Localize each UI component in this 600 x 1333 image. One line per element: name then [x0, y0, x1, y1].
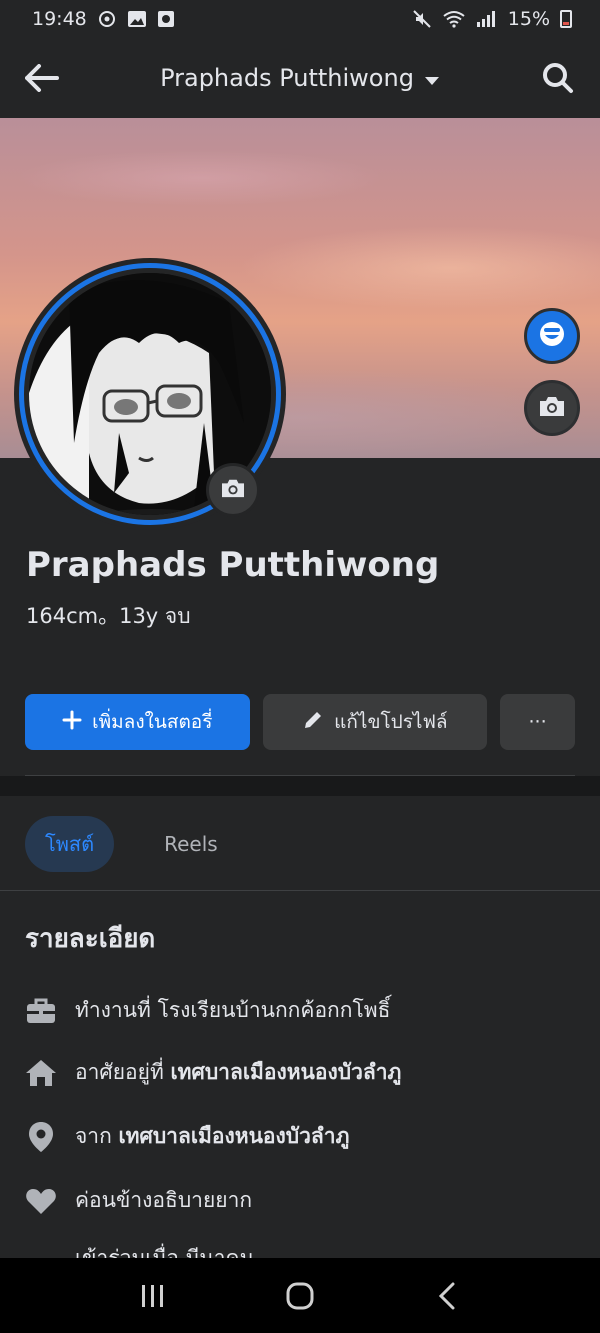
detail-relationship-value: ค่อนข้างอธิบายยาก: [75, 1188, 253, 1212]
media-icon: [157, 10, 175, 28]
edit-profile-label: แก้ไขโปรไฟล์: [334, 711, 448, 733]
profile-tabs: โพสต์ Reels: [25, 816, 238, 872]
section-divider: [0, 776, 600, 796]
back-icon[interactable]: [417, 1266, 477, 1326]
header-title: Praphads Putthiwong: [160, 64, 414, 92]
home-icon: [25, 1057, 57, 1089]
add-story-button[interactable]: เพิ่มลงในสตอรี่: [25, 694, 250, 750]
detail-from-value[interactable]: เทศบาลเมืองหนองบัวลำภู: [119, 1124, 350, 1148]
arrow-left-icon[interactable]: [22, 58, 62, 98]
detail-from-prefix: จาก: [75, 1124, 119, 1148]
detail-work-value: โรงเรียนบ้านกกค้อกกโพธิ์: [157, 998, 391, 1022]
profile-bio: 164cm。13y จบ: [26, 604, 191, 628]
battery-percent: 15%: [507, 8, 550, 30]
mute-icon: [412, 9, 432, 29]
gallery-icon: [127, 10, 147, 28]
heart-icon: [25, 1185, 57, 1217]
detail-clipped: เข้าร่วมเมื่อ มีนาคม: [75, 1246, 254, 1258]
location-pin-icon: [25, 1121, 57, 1153]
caret-down-icon: [424, 64, 440, 92]
details-heading: รายละเอียด: [25, 924, 156, 954]
search-icon[interactable]: [538, 58, 578, 98]
plus-icon: [62, 710, 82, 735]
system-nav-bar: [0, 1258, 600, 1333]
detail-lives: อาศัยอยู่ที่ เทศบาลเมืองหนองบัวลำภู: [25, 1056, 401, 1089]
tabs-divider: [0, 890, 600, 891]
signal-icon: [476, 10, 498, 28]
detail-relationship: ค่อนข้างอธิบายยาก: [25, 1184, 252, 1217]
home-button-icon[interactable]: [270, 1266, 330, 1326]
recent-apps-icon[interactable]: [123, 1266, 183, 1326]
pencil-icon: [302, 709, 324, 736]
profile-camera-button[interactable]: [206, 463, 260, 517]
tab-posts[interactable]: โพสต์: [25, 816, 115, 872]
header-title-dropdown[interactable]: Praphads Putthiwong: [160, 64, 440, 92]
more-options-button[interactable]: ···: [500, 694, 576, 750]
cover-camera-button[interactable]: [524, 380, 580, 436]
battery-icon: [560, 10, 572, 28]
status-bar: 19:48 15%: [0, 0, 600, 38]
briefcase-icon: [25, 995, 57, 1027]
profile-name: Praphads Putthiwong: [26, 545, 440, 585]
wifi-icon: [442, 10, 466, 28]
more-icon: ···: [528, 711, 547, 733]
avatar-button[interactable]: [524, 308, 580, 364]
detail-work: ทำงานที่ โรงเรียนบ้านกกค้อกกโพธิ์: [25, 994, 390, 1027]
sync-icon: [97, 9, 117, 29]
detail-lives-value[interactable]: เทศบาลเมืองหนองบัวลำภู: [170, 1060, 401, 1084]
status-time: 19:48: [32, 8, 87, 30]
add-story-label: เพิ่มลงในสตอรี่: [92, 711, 213, 733]
header-bar: Praphads Putthiwong: [0, 38, 600, 118]
detail-work-prefix: ทำงานที่: [75, 998, 158, 1022]
camera-icon: [220, 477, 246, 503]
avatar-icon: [538, 320, 566, 352]
profile-actions: เพิ่มลงในสตอรี่ แก้ไขโปรไฟล์ ···: [25, 694, 576, 750]
detail-lives-prefix: อาศัยอยู่ที่: [75, 1060, 171, 1084]
tab-reels[interactable]: Reels: [144, 816, 238, 872]
detail-from: จาก เทศบาลเมืองหนองบัวลำภู: [25, 1120, 349, 1153]
edit-profile-button[interactable]: แก้ไขโปรไฟล์: [262, 694, 488, 750]
camera-icon: [538, 394, 566, 422]
